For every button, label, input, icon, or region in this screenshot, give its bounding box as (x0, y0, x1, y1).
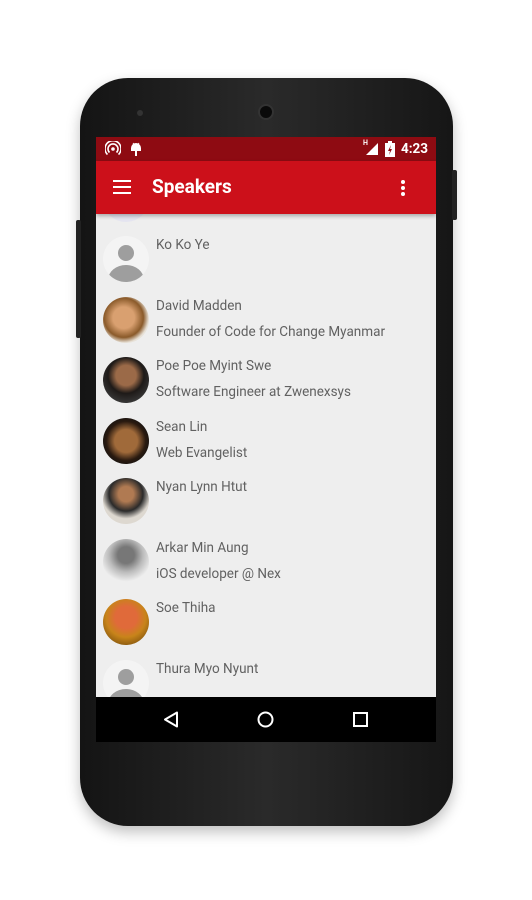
avatar (103, 538, 149, 585)
page-title: Speakers (152, 175, 232, 198)
list-item[interactable]: David Madden Founder of Code for Change M… (96, 293, 436, 354)
android-debug-icon (131, 142, 141, 156)
front-camera (137, 110, 143, 116)
speaker-name: Sean Lin (156, 418, 208, 435)
power-button (452, 170, 457, 220)
hotspot-icon (105, 141, 121, 156)
list-item[interactable]: Ko Ko Ye (96, 232, 436, 293)
speaker-title: Software Engineer at Zwenexsys (156, 384, 351, 400)
speaker-name: Poe Poe Myint Swe (156, 358, 272, 374)
avatar-placeholder-icon (103, 659, 149, 697)
speaker-name: Arkar Min Aung (156, 539, 249, 556)
status-bar: H 4:23 (96, 137, 436, 161)
speaker-title: iOS developer @ Nex (156, 565, 281, 582)
avatar (103, 214, 149, 222)
home-icon[interactable] (257, 711, 274, 728)
speaker-name: Thura Myo Nyunt (156, 660, 259, 677)
speaker-name: Nyan Lynn Htut (156, 479, 248, 495)
more-vert-icon[interactable] (400, 179, 406, 197)
speaker-name: Ko Ko Ye (156, 237, 210, 253)
speaker-title: Web Evangelist (156, 444, 248, 461)
avatar (103, 478, 149, 524)
recents-icon[interactable] (353, 712, 368, 727)
list-item[interactable] (96, 214, 436, 233)
speaker-list[interactable]: Ko Ko Ye David Madden Founder of Code for… (96, 214, 436, 697)
avatar (103, 417, 149, 464)
app-bar: Speakers (96, 161, 436, 214)
list-item[interactable]: Soe Thiha (96, 595, 436, 656)
hamburger-icon[interactable] (113, 180, 131, 194)
list-item[interactable]: Poe Poe Myint Swe Software Engineer at Zw… (96, 353, 436, 414)
back-icon[interactable] (163, 711, 179, 728)
list-item[interactable]: Nyan Lynn Htut (96, 474, 436, 535)
navigation-bar (96, 697, 436, 742)
screen: H 4:23 Speakers Ko Ko Ye David Madden Fou… (96, 137, 436, 742)
battery-charging-icon (385, 141, 395, 157)
signal-icon (366, 143, 378, 155)
speaker-name: Soe Thiha (156, 600, 216, 616)
earpiece (258, 104, 274, 120)
list-item[interactable]: Arkar Min Aung iOS developer @ Nex (96, 535, 436, 596)
avatar (103, 599, 149, 645)
speaker-title: Founder of Code for Change Myanmar (156, 323, 386, 340)
volume-button (76, 220, 81, 338)
avatar-placeholder-icon (103, 236, 149, 282)
list-item[interactable]: Thura Myo Nyunt (96, 656, 436, 697)
clock: 4:23 (401, 141, 429, 157)
avatar (103, 296, 149, 343)
avatar (103, 357, 149, 403)
list-item[interactable]: Sean Lin Web Evangelist (96, 414, 436, 475)
speaker-name: David Madden (156, 297, 242, 314)
